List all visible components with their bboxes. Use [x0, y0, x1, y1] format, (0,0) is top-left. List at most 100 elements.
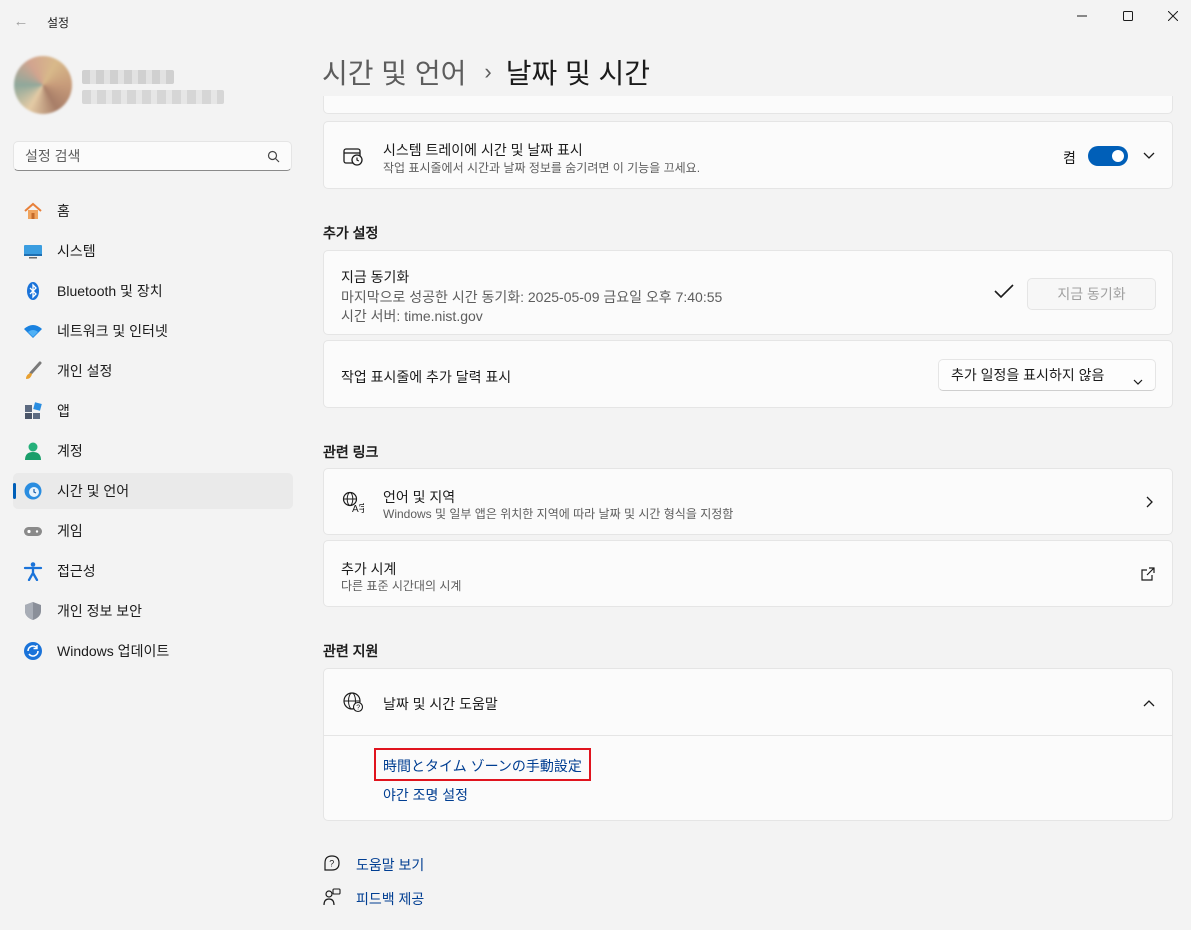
chevron-down-icon — [1133, 372, 1143, 388]
language-globe-icon: A字 — [342, 491, 364, 513]
sidebar-item-privacy[interactable]: 개인 정보 보안 — [13, 593, 293, 629]
clock-calendar-icon — [342, 145, 364, 167]
avatar[interactable] — [14, 56, 72, 114]
breadcrumb-parent[interactable]: 시간 및 언어 — [322, 52, 466, 92]
feedback-icon — [322, 887, 342, 907]
shield-icon — [23, 601, 43, 621]
breadcrumb: 시간 및 언어 › 날짜 및 시간 — [322, 52, 650, 92]
accessibility-icon — [23, 561, 43, 581]
additional-clocks-title: 추가 시계 — [341, 561, 397, 577]
sidebar-item-label: 개인 정보 보안 — [57, 603, 143, 619]
language-region-title: 언어 및 지역 — [383, 489, 456, 505]
apps-icon — [23, 401, 43, 421]
home-icon — [23, 201, 43, 221]
tray-setting-title: 시스템 트레이에 시간 및 날짜 표시 — [383, 142, 583, 158]
checkmark-icon — [994, 283, 1014, 304]
sidebar-item-label: 게임 — [57, 523, 83, 539]
close-button[interactable] — [1150, 0, 1191, 32]
sync-now-button[interactable]: 지금 동기화 — [1027, 278, 1156, 310]
title-bar: ← 설정 — [0, 0, 1191, 46]
chevron-down-icon[interactable] — [1141, 148, 1157, 164]
sidebar-nav: 홈 시스템 Bluetooth 및 장치 네트워크 및 인터넷 개인 설정 앱 — [13, 193, 293, 673]
search-box[interactable] — [13, 141, 292, 171]
sidebar-item-personalization[interactable]: 개인 설정 — [13, 353, 293, 389]
section-heading-related-support: 관련 지원 — [323, 643, 379, 659]
maximize-button[interactable] — [1105, 0, 1151, 32]
calendar-setting-title: 작업 표시줄에 추가 달력 표시 — [341, 369, 512, 385]
sidebar-item-apps[interactable]: 앱 — [13, 393, 293, 429]
sidebar-item-network[interactable]: 네트워크 및 인터넷 — [13, 313, 293, 349]
help-card-header[interactable]: ? 날짜 및 시간 도움말 — [324, 669, 1172, 736]
dropdown-selected-value: 추가 일정을 표시하지 않음 — [951, 367, 1105, 383]
sidebar-item-label: 계정 — [57, 443, 83, 459]
sidebar-item-label: 시간 및 언어 — [57, 483, 130, 499]
active-indicator — [13, 483, 16, 499]
highlight-box — [374, 748, 591, 781]
wifi-icon — [23, 321, 43, 341]
sidebar-item-accessibility[interactable]: 접근성 — [13, 553, 293, 589]
svg-text:A字: A字 — [352, 502, 364, 513]
sidebar-item-label: 개인 설정 — [57, 363, 113, 379]
additional-calendar-card: 작업 표시줄에 추가 달력 표시 추가 일정을 표시하지 않음 — [323, 340, 1173, 408]
sidebar-item-label: 시스템 — [57, 243, 96, 259]
language-region-card[interactable]: A字 언어 및 지역 Windows 및 일부 앱은 위치한 지역에 따라 날짜… — [323, 468, 1173, 535]
tray-setting-subtitle: 작업 표시줄에서 시간과 날짜 정보를 숨기려면 이 기능을 끄세요. — [383, 161, 701, 175]
sidebar-item-home[interactable]: 홈 — [13, 193, 293, 229]
chevron-up-icon[interactable] — [1141, 695, 1157, 711]
sidebar-item-label: Windows 업데이트 — [57, 643, 170, 659]
update-icon — [23, 641, 43, 661]
language-region-subtitle: Windows 및 일부 앱은 위치한 지역에 따라 날짜 및 시간 형식을 지… — [383, 507, 734, 521]
brush-icon — [23, 361, 43, 381]
page-title: 날짜 및 시간 — [505, 58, 651, 89]
sidebar-item-label: 네트워크 및 인터넷 — [57, 323, 168, 339]
last-sync-text: 마지막으로 성공한 시간 동기화: 2025-05-09 금요일 오후 7:40… — [341, 289, 723, 305]
sidebar-item-label: 홈 — [57, 203, 70, 219]
sync-now-card: 지금 동기화 마지막으로 성공한 시간 동기화: 2025-05-09 금요일 … — [323, 250, 1173, 335]
tray-time-setting-card[interactable]: 시스템 트레이에 시간 및 날짜 표시 작업 표시줄에서 시간과 날짜 정보를 … — [323, 121, 1173, 189]
svg-text:?: ? — [356, 705, 360, 712]
minimize-button[interactable] — [1059, 0, 1105, 32]
sidebar-item-label: 접근성 — [57, 563, 96, 579]
additional-clocks-card[interactable]: 추가 시계 다른 표준 시간대의 시계 — [323, 540, 1173, 607]
close-icon — [1168, 11, 1178, 21]
chevron-right-icon — [1142, 494, 1158, 510]
tray-time-toggle[interactable] — [1088, 146, 1128, 166]
help-title: 날짜 및 시간 도움말 — [383, 696, 498, 712]
calendar-dropdown[interactable]: 추가 일정을 표시하지 않음 — [938, 359, 1156, 391]
time-language-icon — [23, 481, 43, 501]
time-server-text: 시간 서버: time.nist.gov — [341, 308, 483, 324]
bluetooth-icon — [23, 281, 43, 301]
feedback-link[interactable]: 피드백 제공 — [356, 889, 424, 909]
account-icon — [23, 441, 43, 461]
section-heading-related-links: 관련 링크 — [323, 444, 379, 460]
search-icon[interactable] — [267, 150, 280, 163]
get-help-icon: ? — [322, 853, 342, 873]
sidebar-item-label: 앱 — [57, 403, 70, 419]
sidebar-item-time-language[interactable]: 시간 및 언어 — [13, 473, 293, 509]
external-link-icon — [1140, 566, 1156, 582]
sidebar-item-windows-update[interactable]: Windows 업데이트 — [13, 633, 293, 669]
svg-text:?: ? — [329, 859, 334, 869]
additional-clocks-subtitle: 다른 표준 시간대의 시계 — [341, 579, 462, 593]
search-input[interactable] — [25, 148, 255, 164]
sidebar-item-system[interactable]: 시스템 — [13, 233, 293, 269]
app-title: 설정 — [47, 16, 70, 30]
gamepad-icon — [23, 521, 43, 541]
help-link-night-light[interactable]: 야간 조명 설정 — [383, 785, 468, 805]
minimize-icon — [1077, 15, 1087, 17]
breadcrumb-separator: › — [484, 59, 492, 84]
sidebar-item-accounts[interactable]: 계정 — [13, 433, 293, 469]
globe-help-icon: ? — [342, 691, 364, 713]
toggle-knob — [1112, 150, 1124, 162]
back-button[interactable]: ← — [6, 6, 36, 36]
sync-title: 지금 동기화 — [341, 269, 410, 285]
sidebar-item-bluetooth[interactable]: Bluetooth 및 장치 — [13, 273, 293, 309]
profile-name-redacted — [82, 70, 174, 84]
system-icon — [23, 241, 43, 261]
toggle-state-label: 켬 — [1063, 150, 1076, 166]
section-heading-additional-settings: 추가 설정 — [323, 225, 379, 241]
sidebar-item-gaming[interactable]: 게임 — [13, 513, 293, 549]
maximize-icon — [1123, 11, 1133, 21]
get-help-link[interactable]: 도움말 보기 — [356, 855, 424, 875]
profile-email-redacted — [82, 90, 224, 104]
